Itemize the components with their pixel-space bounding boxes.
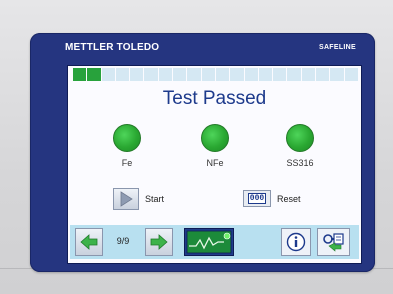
- progress-segment-empty: [158, 68, 173, 81]
- signal-graph-button[interactable]: [184, 228, 234, 256]
- display-screen: Test Passed Fe NFe SS316 Start 000 Reset…: [67, 65, 362, 264]
- progress-segment-empty: [258, 68, 273, 81]
- play-icon: [120, 191, 133, 207]
- brand-safeline: SAFELINE: [318, 44, 356, 51]
- progress-segment-empty: [101, 68, 115, 81]
- indicator-label: SS316: [286, 158, 314, 168]
- ss316-status-lamp: [286, 124, 314, 152]
- progress-segment-filled: [73, 68, 87, 81]
- progress-segment-empty: [244, 68, 258, 81]
- start-button[interactable]: [113, 188, 139, 210]
- counter-reset-icon: 000: [247, 193, 267, 204]
- progress-segment-empty: [173, 68, 187, 81]
- nfe-status-lamp: [201, 124, 229, 152]
- progress-segment-empty: [344, 68, 358, 81]
- status-title: Test Passed: [162, 88, 267, 109]
- progress-segment-empty: [273, 68, 287, 81]
- progress-segment-empty: [187, 68, 201, 81]
- page-counter: 9/9: [116, 236, 130, 246]
- progress-segment-empty: [287, 68, 301, 81]
- progress-segment-empty: [330, 68, 344, 81]
- progress-segment-empty: [316, 68, 330, 81]
- reset-control[interactable]: 000 Reset: [243, 190, 301, 207]
- previous-button[interactable]: [75, 228, 103, 256]
- start-control[interactable]: Start: [113, 188, 164, 210]
- indicator-nfe: NFe: [185, 124, 245, 168]
- logout-button[interactable]: [317, 228, 350, 256]
- test-progress-bar: [73, 68, 358, 81]
- indicator-label: NFe: [206, 158, 224, 168]
- arrow-left-icon: [80, 234, 98, 250]
- fe-status-lamp: [113, 124, 141, 152]
- indicator-fe: Fe: [97, 124, 157, 168]
- progress-segment-empty: [201, 68, 215, 81]
- reset-label: Reset: [277, 193, 301, 204]
- progress-segment-empty: [301, 68, 316, 81]
- next-button[interactable]: [145, 228, 173, 256]
- reset-button[interactable]: 000: [243, 190, 271, 207]
- device-bezel: METTLER TOLEDO SAFELINE Test Passed Fe N…: [30, 33, 375, 272]
- start-label: Start: [145, 194, 165, 204]
- progress-segment-empty: [130, 68, 144, 81]
- indicator-ss316: SS316: [270, 124, 330, 168]
- progress-segment-empty: [230, 68, 244, 81]
- key-exit-icon: [322, 233, 344, 252]
- progress-segment-empty: [144, 68, 158, 81]
- info-icon: [286, 232, 306, 252]
- indicator-label: Fe: [121, 158, 133, 168]
- brand-logo: METTLER TOLEDO: [65, 42, 160, 53]
- bottom-nav-bar: 9/9: [70, 225, 359, 259]
- info-button[interactable]: [281, 228, 311, 256]
- arrow-right-icon: [150, 234, 168, 250]
- progress-segment-empty: [115, 68, 130, 81]
- signal-waveform-icon: [186, 230, 232, 254]
- progress-segment-filled: [87, 68, 101, 81]
- progress-segment-empty: [215, 68, 230, 81]
